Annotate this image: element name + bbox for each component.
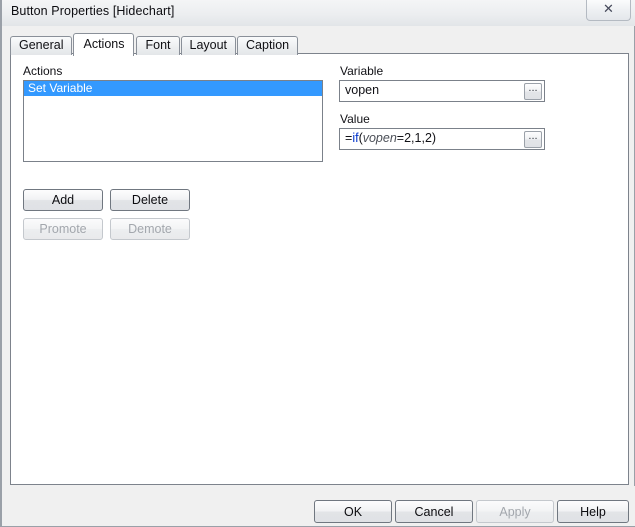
tab-caption[interactable]: Caption (237, 36, 299, 55)
close-icon: ✕ (603, 2, 614, 17)
value-field[interactable]: =if(vopen=2,1,2) ... (339, 128, 545, 150)
value-field-value: =if(vopen=2,1,2) (345, 131, 436, 145)
actions-tab-panel: Actions Set Variable Add Delete Promote … (10, 53, 629, 485)
list-item[interactable]: Set Variable (24, 81, 322, 96)
value-token-suffix: =2,1,2) (396, 131, 437, 145)
actions-list-label: Actions (23, 64, 63, 78)
close-button[interactable]: ✕ (586, 0, 631, 21)
variable-field[interactable]: vopen ... (339, 80, 545, 102)
delete-button[interactable]: Delete (110, 189, 190, 211)
value-browse-button[interactable]: ... (524, 131, 542, 148)
tab-general[interactable]: General (10, 36, 73, 55)
variable-field-value: vopen (345, 83, 380, 97)
demote-button: Demote (110, 218, 190, 240)
tab-font[interactable]: Font (136, 36, 180, 55)
value-label: Value (340, 112, 370, 126)
tab-actions[interactable]: Actions (73, 33, 135, 56)
apply-button: Apply (476, 500, 554, 523)
help-button[interactable]: Help (557, 500, 629, 523)
cancel-button[interactable]: Cancel (395, 500, 473, 523)
variable-label: Variable (340, 64, 384, 78)
tab-strip: General Actions Font Layout Caption (10, 33, 299, 56)
promote-button: Promote (23, 218, 103, 240)
ok-button[interactable]: OK (314, 500, 392, 523)
dialog-footer: OK Cancel Apply Help (3, 486, 635, 526)
value-token-variable: vopen (362, 131, 397, 145)
variable-browse-button[interactable]: ... (524, 83, 542, 100)
title-bar: Button Properties [Hidechart] ✕ (2, 0, 635, 26)
button-properties-dialog: Button Properties [Hidechart] ✕ General … (0, 0, 635, 527)
window-title: Button Properties [Hidechart] (11, 4, 175, 18)
tab-layout[interactable]: Layout (180, 36, 237, 55)
actions-listbox[interactable]: Set Variable (23, 80, 323, 162)
add-button[interactable]: Add (23, 189, 103, 211)
